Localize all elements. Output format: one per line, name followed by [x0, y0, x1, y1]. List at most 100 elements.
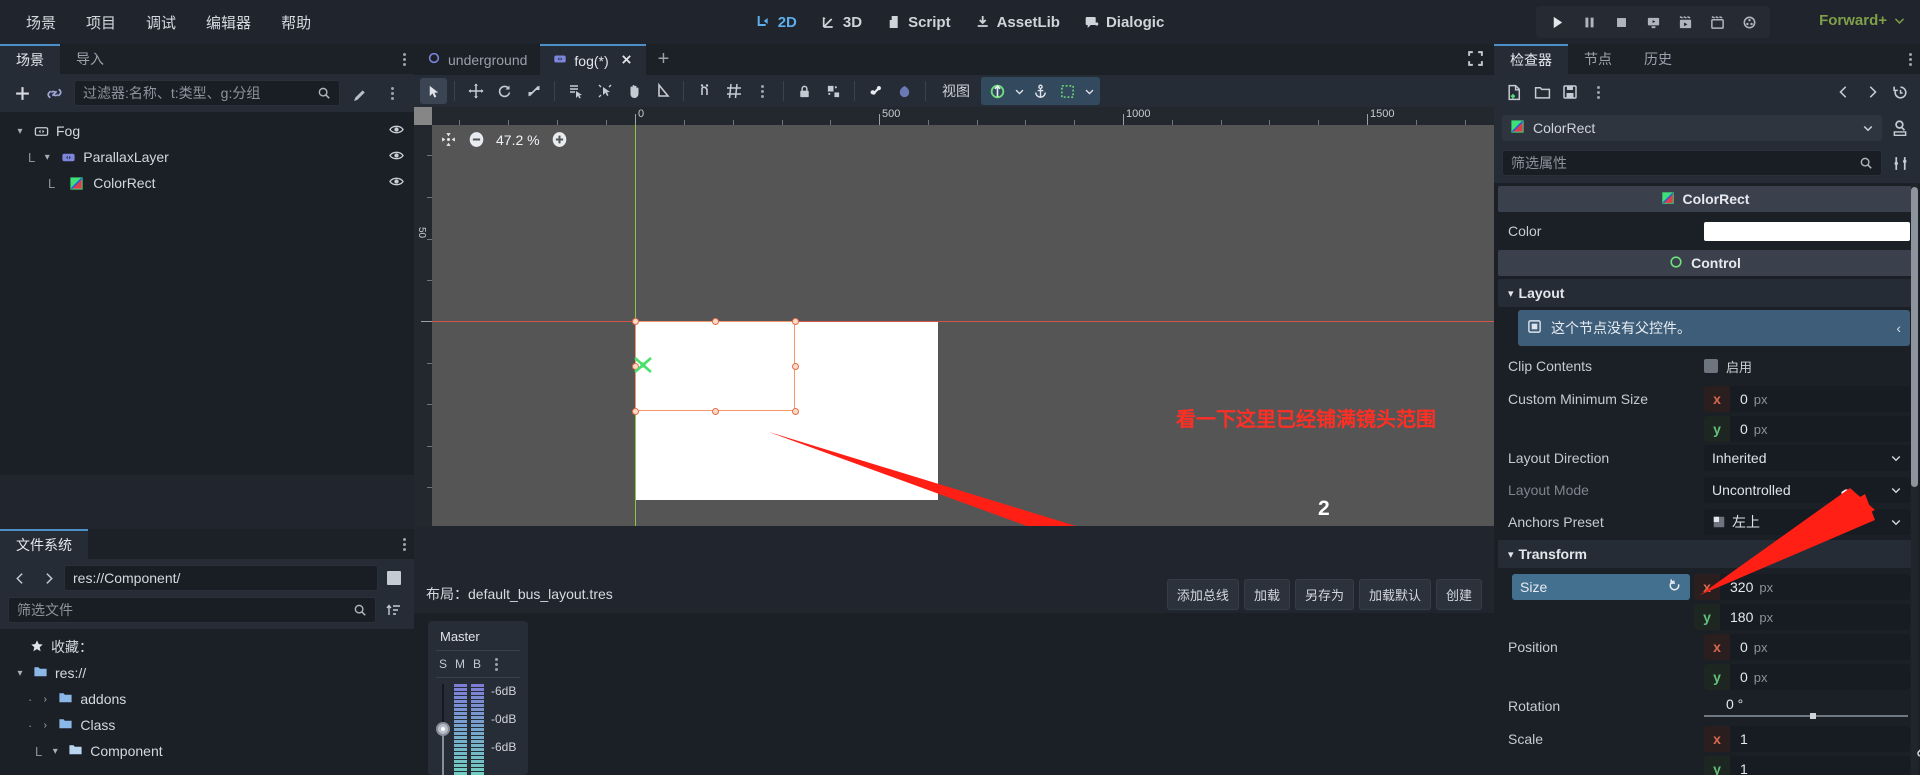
slider-knob[interactable] [436, 722, 450, 736]
filesystem-sort-button[interactable] [382, 598, 406, 622]
toggle-grid-snap-button[interactable] [720, 78, 747, 104]
anchors-preset-select[interactable]: 左上 [1704, 509, 1910, 535]
position-y-field[interactable]: y 0 px [1704, 664, 1910, 690]
movie-writer-button[interactable] [1702, 9, 1732, 35]
mode-dialogic-button[interactable]: Dialogic [1074, 9, 1174, 36]
clip-contents-checkbox[interactable] [1704, 359, 1718, 373]
menu-project[interactable]: 项目 [74, 7, 128, 38]
mode-script-button[interactable]: Script [876, 9, 961, 36]
handle-bottom-center[interactable] [712, 408, 719, 415]
save-as-bus-button[interactable]: 另存为 [1294, 578, 1354, 610]
visibility-toggle-parallaxlayer[interactable] [389, 148, 404, 166]
mode-2d-button[interactable]: 2D [746, 9, 807, 36]
caret-down-icon[interactable]: ▾ [14, 126, 26, 137]
remote-debug-button[interactable] [1734, 9, 1764, 35]
play-custom-scene-button[interactable] [1670, 9, 1700, 35]
scene-filter-options-button[interactable] [348, 81, 372, 105]
visibility-toggle-colorrect[interactable] [389, 174, 404, 192]
load-resource-button[interactable] [1530, 80, 1554, 104]
scene-tab-fog[interactable]: fog(*) [540, 44, 646, 75]
handle-middle-right[interactable] [792, 363, 799, 370]
link-scale-icon[interactable] [1915, 744, 1920, 764]
pan-mode-button[interactable] [620, 78, 647, 104]
scene-more-button[interactable] [380, 81, 404, 105]
filesystem-favorites-row[interactable]: 收藏： [0, 634, 414, 660]
inspector-menu-button[interactable] [1909, 44, 1912, 74]
2d-canvas[interactable]: 看一下这里已经铺满镜头范围 0 500 1000 1500 50 47.2 % [414, 107, 1494, 526]
list-select-button[interactable] [562, 78, 589, 104]
play-button[interactable] [1542, 9, 1572, 35]
add-scene-tab-button[interactable]: + [646, 44, 682, 75]
add-node-button[interactable] [10, 81, 34, 105]
new-resource-button[interactable] [1502, 80, 1526, 104]
caret-down-icon[interactable]: ▾ [49, 746, 61, 757]
play-scene-button[interactable] [1638, 9, 1668, 35]
tree-node-colorrect[interactable]: L ColorRect [0, 170, 414, 196]
inspector-settings-button[interactable] [1888, 151, 1912, 175]
inspected-object-selector[interactable]: ColorRect [1502, 115, 1882, 141]
handle-top-left[interactable] [632, 318, 639, 325]
scale-mode-button[interactable] [520, 78, 547, 104]
tab-filesystem[interactable]: 文件系统 [0, 529, 88, 559]
nav-back-button[interactable] [8, 566, 32, 590]
tab-inspector[interactable]: 检查器 [1494, 44, 1568, 74]
center-selection-button[interactable] [984, 78, 1011, 104]
anchor-mode-button[interactable] [1027, 78, 1054, 104]
load-bus-button[interactable]: 加载 [1243, 578, 1290, 610]
scene-dock-menu-button[interactable] [403, 44, 406, 74]
bus-solo-button[interactable]: S [439, 657, 447, 671]
bus-volume-slider[interactable] [436, 684, 450, 775]
move-mode-button[interactable] [462, 78, 489, 104]
filesystem-row-class[interactable]: · › Class [0, 712, 414, 738]
collapse-hint-icon[interactable]: ‹ [1896, 320, 1901, 336]
scene-filter-input[interactable]: 过滤器:名称、t:类型、g:分组 [74, 80, 340, 106]
zoom-level-label[interactable]: 47.2 % [496, 132, 540, 148]
filesystem-row-addons[interactable]: · › addons [0, 686, 414, 712]
tree-node-fog[interactable]: ▾ Fog [0, 118, 414, 144]
handle-bottom-left[interactable] [632, 408, 639, 415]
custom-min-size-x-field[interactable]: x 0 px [1704, 386, 1910, 412]
load-default-bus-button[interactable]: 加载默认 [1358, 578, 1431, 610]
position-x-field[interactable]: x 0 px [1704, 634, 1910, 660]
pause-button[interactable] [1574, 9, 1604, 35]
color-swatch[interactable] [1704, 221, 1910, 241]
mode-assetlib-button[interactable]: AssetLib [965, 9, 1070, 36]
filesystem-path-input[interactable]: res://Component/ [64, 565, 378, 591]
zoom-reset-button[interactable] [440, 131, 457, 148]
audio-bus-master[interactable]: Master S M B -6dB -0dB -6dB [428, 621, 528, 775]
create-bus-button[interactable]: 创建 [1435, 578, 1482, 610]
skeleton-bone-button[interactable] [862, 78, 889, 104]
section-layout[interactable]: ▾ Layout [1498, 279, 1912, 307]
layout-hint-banner[interactable]: 这个节点没有父控件。 ‹ [1518, 310, 1910, 346]
distraction-free-button[interactable] [1467, 50, 1484, 70]
history-back-button[interactable] [1832, 80, 1856, 104]
bus-mute-button[interactable]: M [455, 657, 465, 671]
scene-tab-underground[interactable]: underground [414, 44, 540, 75]
mode-3d-button[interactable]: 3D [811, 9, 872, 36]
toggle-split-mode-button[interactable] [382, 566, 406, 590]
rotation-slider-field[interactable]: 0 ° [1704, 696, 1910, 719]
zoom-in-button[interactable] [551, 131, 568, 148]
history-forward-button[interactable] [1860, 80, 1884, 104]
zoom-out-button[interactable] [468, 131, 485, 148]
bus-menu-button[interactable] [495, 657, 499, 671]
revert-icon[interactable] [1667, 578, 1682, 596]
size-label-highlight[interactable]: Size [1512, 574, 1690, 600]
layout-direction-select[interactable]: Inherited [1704, 445, 1910, 471]
stop-button[interactable] [1606, 9, 1636, 35]
handle-bottom-right[interactable] [792, 408, 799, 415]
center-options-chevron[interactable] [1011, 78, 1027, 104]
tree-node-parallaxlayer[interactable]: L ▾ ParallaxLayer [0, 144, 414, 170]
layout-mode-select[interactable]: Uncontrolled [1704, 477, 1910, 503]
tab-scene[interactable]: 场景 [0, 44, 60, 74]
filesystem-row-component[interactable]: L ▾ Component [0, 738, 414, 764]
ruler-tool-button[interactable] [649, 78, 676, 104]
tab-node[interactable]: 节点 [1568, 44, 1628, 74]
size-y-field[interactable]: y 180 px [1694, 604, 1910, 630]
custom-min-size-y-field[interactable]: y 0 px [1704, 416, 1910, 442]
rotate-mode-button[interactable] [491, 78, 518, 104]
select-mode-button[interactable] [420, 78, 447, 104]
ruler-corner-button[interactable] [414, 107, 432, 125]
nav-forward-button[interactable] [36, 566, 60, 590]
handle-top-right[interactable] [792, 318, 799, 325]
